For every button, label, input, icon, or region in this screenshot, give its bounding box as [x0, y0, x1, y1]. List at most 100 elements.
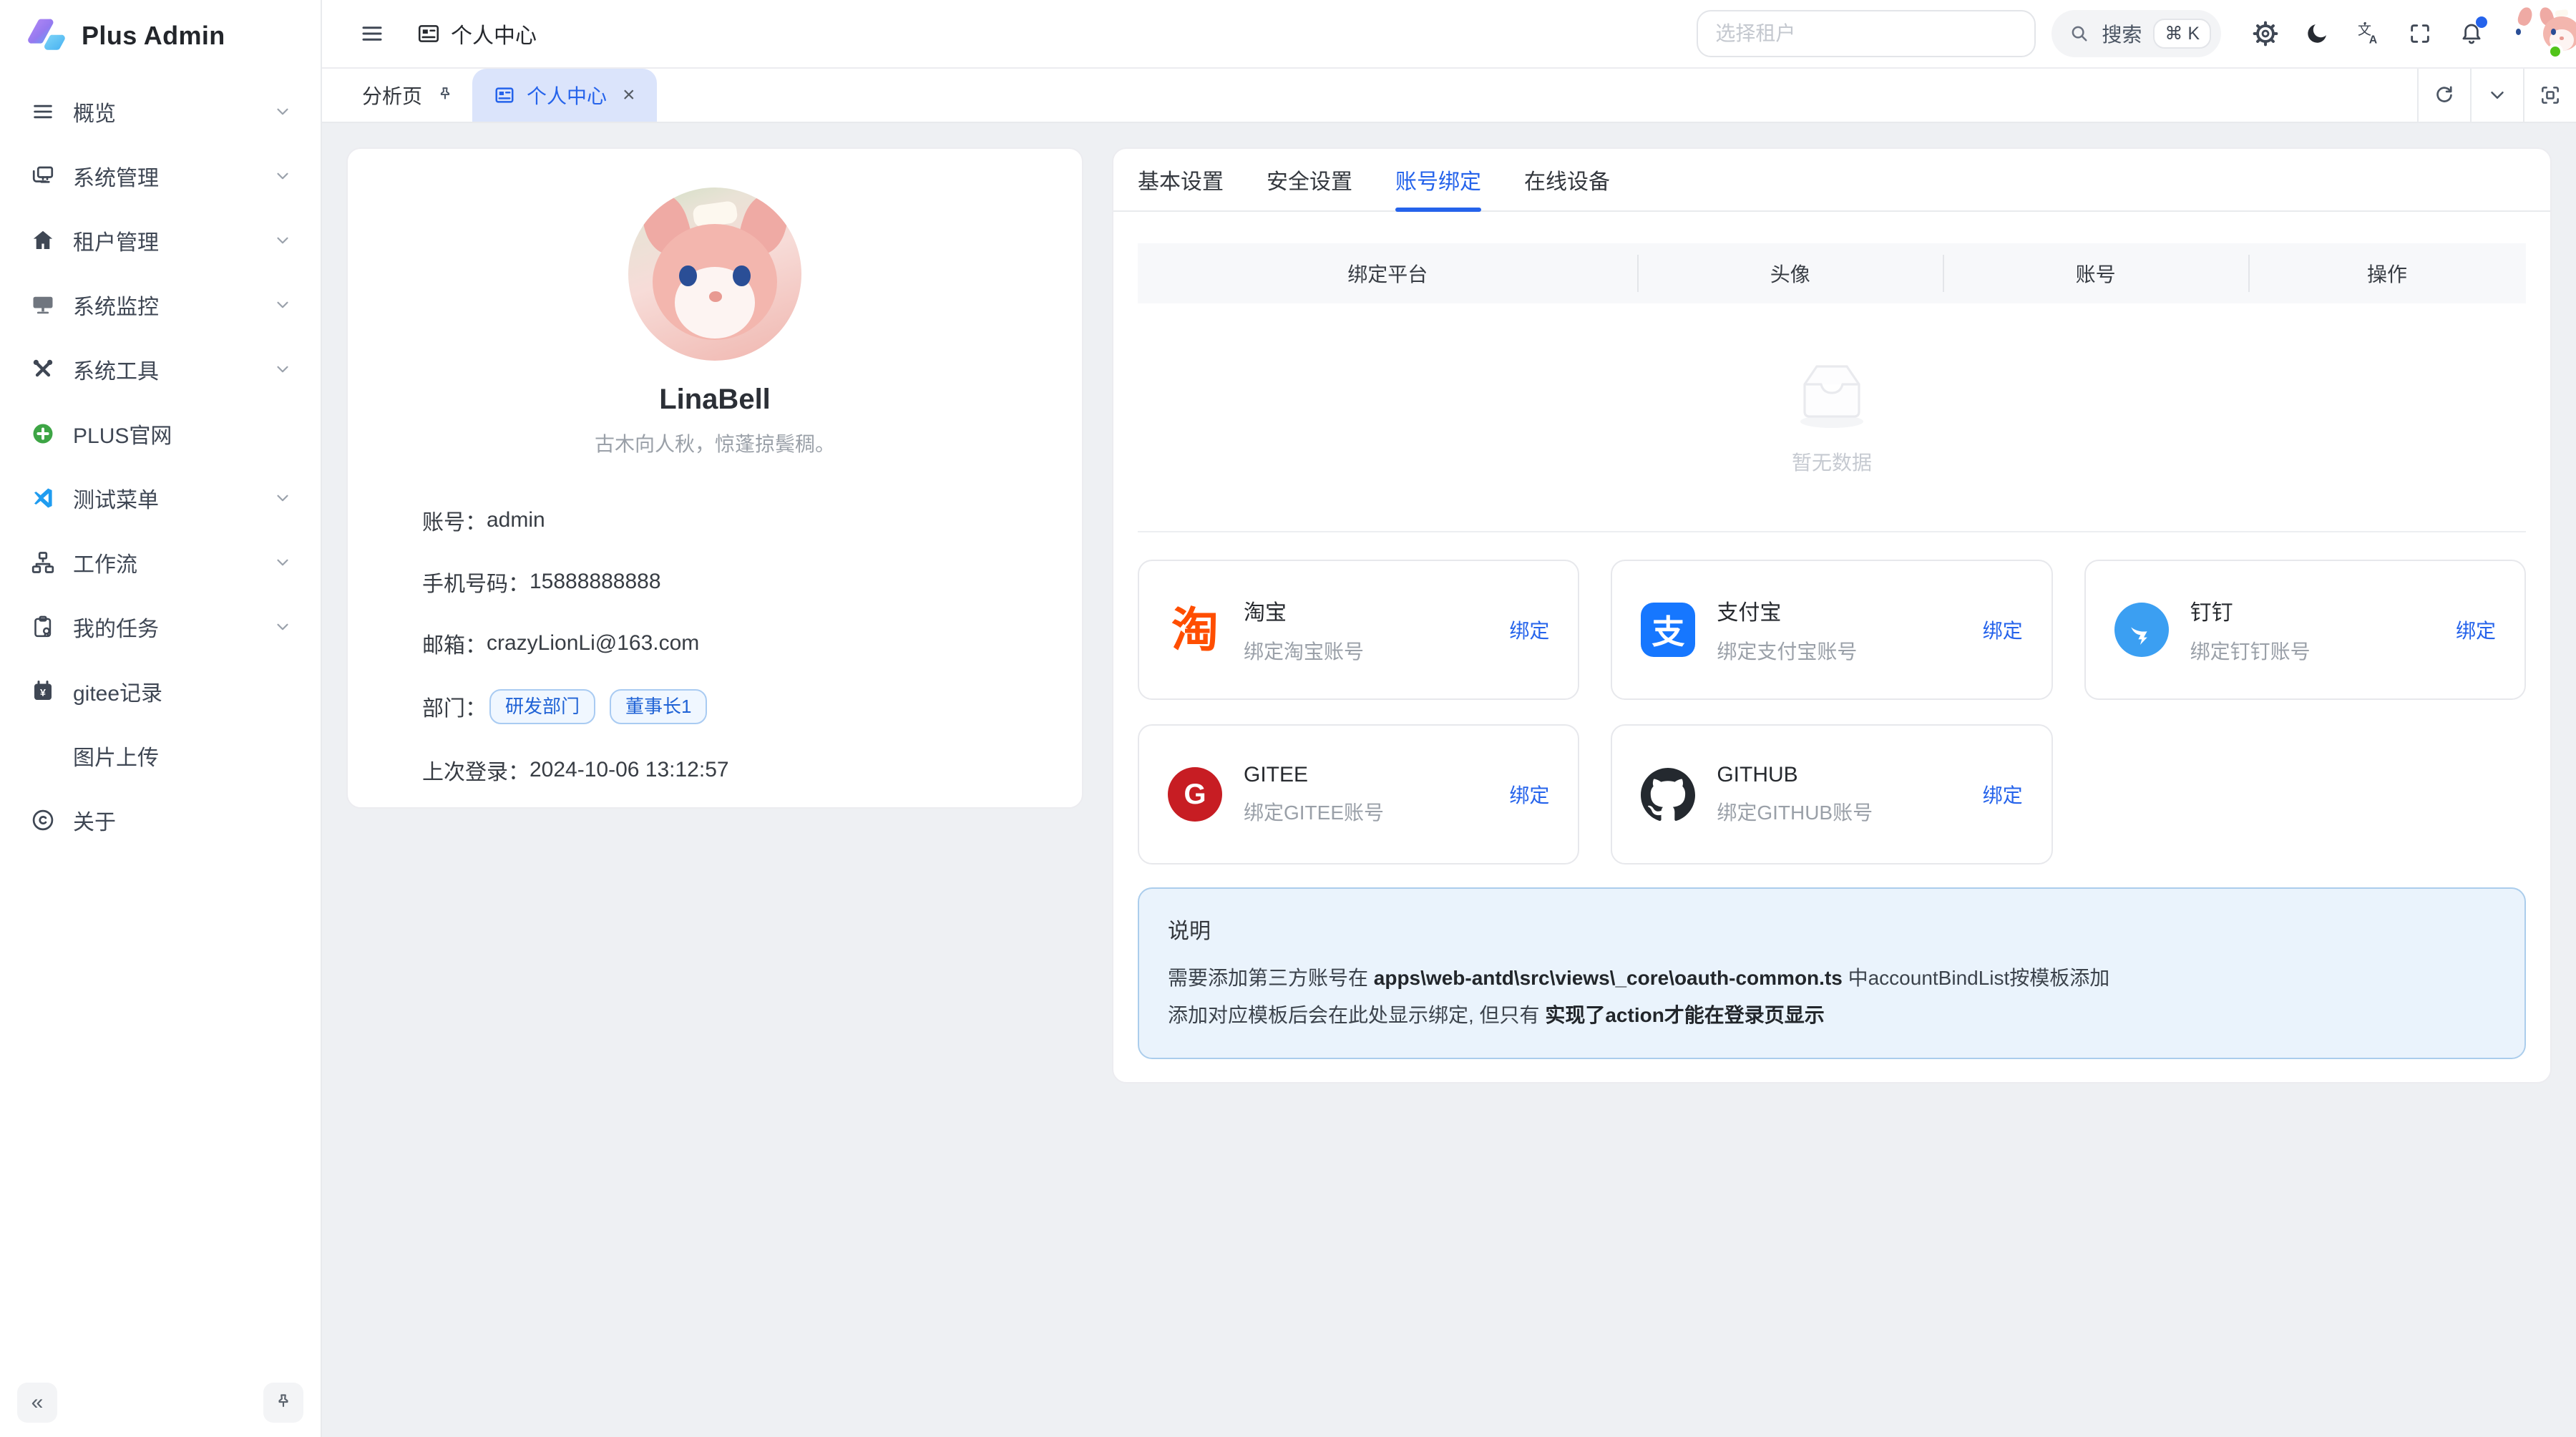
plus-circle-icon	[29, 419, 57, 448]
language-switch-button[interactable]: 文A	[2344, 9, 2393, 58]
binding-desc: 绑定支付宝账号	[1717, 636, 1857, 665]
bind-link[interactable]: 绑定	[2456, 615, 2496, 644]
breadcrumb: 个人中心	[416, 18, 537, 49]
binding-name: 钉钉	[2190, 595, 2311, 626]
field-label: 部门：	[422, 691, 487, 722]
sidebar-item-label: PLUS官网	[73, 418, 292, 449]
sidebar-item-system-tools[interactable]: 系统工具	[14, 341, 306, 398]
bind-link[interactable]: 绑定	[1509, 615, 1549, 644]
dark-mode-toggle[interactable]	[2293, 9, 2341, 58]
column-header-account: 账号	[1943, 259, 2248, 288]
svg-text:A: A	[2369, 34, 2378, 46]
taobao-icon: 淘	[1168, 603, 1222, 657]
notice-path: apps\web-antd\src\views\_core\oauth-comm…	[1374, 967, 1843, 989]
settings-button[interactable]	[2241, 9, 2290, 58]
sidebar-item-label: 系统监控	[73, 289, 258, 321]
field-last-login: 上次登录： 2024-10-06 13:12:57	[422, 754, 1039, 786]
sidebar-item-label: 系统工具	[73, 354, 258, 385]
binding-desc: 绑定GITEE账号	[1244, 797, 1384, 826]
refresh-button[interactable]	[2417, 69, 2470, 122]
display-icon	[29, 291, 57, 319]
bind-link[interactable]: 绑定	[1509, 780, 1549, 809]
department-tags: 研发部门 董事长1	[489, 689, 707, 724]
sidebar-item-image-upload[interactable]: 图片上传	[14, 727, 306, 784]
sidebar-item-overview[interactable]: 概览	[14, 83, 306, 140]
tab-analysis[interactable]: 分析页	[345, 69, 472, 122]
sidebar-item-label: 租户管理	[73, 225, 258, 256]
binding-card-alipay: 支 支付宝 绑定支付宝账号 绑定	[1611, 560, 2052, 700]
id-card-icon	[416, 21, 441, 46]
sidebar-item-gitee-record[interactable]: ¥ gitee记录	[14, 663, 306, 720]
dingtalk-icon	[2114, 603, 2169, 657]
topbar-actions: 搜索 ⌘ K 文A	[1697, 5, 2565, 62]
sidebar-item-test-menu[interactable]: 测试菜单	[14, 469, 306, 527]
sidebar-footer: «	[0, 1368, 321, 1437]
chevron-down-icon	[273, 618, 292, 636]
chevron-down-icon	[273, 102, 292, 121]
tab-security-settings[interactable]: 安全设置	[1267, 149, 1352, 210]
tab-menu-button[interactable]	[2470, 69, 2523, 122]
tab-basic-settings[interactable]: 基本设置	[1138, 149, 1224, 210]
binding-info: 钉钉 绑定钉钉账号	[2190, 595, 2311, 665]
sidebar-collapse-button[interactable]: «	[17, 1383, 57, 1423]
sidebar-item-label: 图片上传	[73, 740, 292, 771]
bind-link[interactable]: 绑定	[1983, 780, 2023, 809]
fullscreen-button[interactable]	[2396, 9, 2444, 58]
gitee-icon: G	[1168, 767, 1222, 822]
sidebar-pin-button[interactable]	[263, 1383, 303, 1423]
vscode-icon	[29, 484, 57, 512]
field-label: 手机号码：	[422, 566, 530, 598]
column-divider	[1943, 255, 1944, 292]
chevron-down-icon	[273, 553, 292, 572]
sidebar-item-my-tasks[interactable]: 我的任务	[14, 598, 306, 656]
binding-card-github: GITHUB 绑定GITHUB账号 绑定	[1611, 724, 2052, 864]
notifications-button[interactable]	[2447, 9, 2496, 58]
sidebar-item-system-monitor[interactable]: 系统监控	[14, 276, 306, 333]
hamburger-menu-button[interactable]	[348, 9, 396, 58]
sidebar-item-system-management[interactable]: 系统管理	[14, 147, 306, 205]
sidebar-item-tenant-management[interactable]: 租户管理	[14, 212, 306, 269]
column-header-avatar: 头像	[1637, 259, 1943, 288]
app-logo[interactable]: Plus Admin	[0, 0, 321, 72]
binding-desc: 绑定淘宝账号	[1244, 636, 1364, 665]
user-avatar[interactable]	[2507, 5, 2565, 62]
tab-label: 个人中心	[527, 81, 607, 109]
pin-icon	[435, 85, 455, 105]
binding-table: 绑定平台 头像 账号 操作 暂无	[1138, 243, 2526, 532]
online-status-dot	[2547, 44, 2563, 59]
department-tag: 董事长1	[610, 689, 707, 724]
gear-icon	[2252, 20, 2279, 47]
sidebar-item-workflow[interactable]: 工作流	[14, 534, 306, 591]
global-search-button[interactable]: 搜索 ⌘ K	[2051, 10, 2221, 57]
tab-online-devices[interactable]: 在线设备	[1524, 149, 1610, 210]
id-card-icon	[494, 84, 515, 106]
copyright-icon	[29, 806, 57, 834]
sidebar-item-plus-website[interactable]: PLUS官网	[14, 405, 306, 462]
tab-label: 分析页	[362, 81, 422, 109]
chevron-down-icon	[273, 360, 292, 379]
column-header-action: 操作	[2248, 259, 2526, 288]
profile-name: LinaBell	[348, 384, 1082, 416]
notice-emphasis: 实现了action才能在登录页显示	[1545, 1004, 1824, 1026]
profile-avatar[interactable]	[628, 187, 801, 361]
column-header-platform: 绑定平台	[1138, 259, 1637, 288]
menu-lines-icon	[29, 97, 57, 126]
tab-account-binding[interactable]: 账号绑定	[1395, 149, 1481, 210]
sidebar-item-about[interactable]: 关于	[14, 791, 306, 849]
close-icon[interactable]: ×	[623, 84, 635, 106]
topbar: 个人中心 搜索 ⌘ K	[322, 0, 2576, 69]
app-title: Plus Admin	[82, 21, 225, 51]
pin-icon	[273, 1392, 294, 1413]
tenant-select-input[interactable]	[1697, 10, 2036, 57]
sidebar-item-label: 测试菜单	[73, 482, 258, 514]
field-value: admin	[487, 508, 545, 532]
sidebar-item-label: gitee记录	[73, 676, 292, 707]
profile-card: LinaBell 古木向人秋，惊蓬掠鬓稠。 账号： admin 手机号码： 15…	[346, 147, 1083, 809]
binding-card-gitee: G GITEE 绑定GITEE账号 绑定	[1138, 724, 1579, 864]
sidebar-item-label: 我的任务	[73, 611, 258, 643]
bind-link[interactable]: 绑定	[1983, 615, 2023, 644]
maximize-content-button[interactable]	[2523, 69, 2576, 122]
tab-profile-center[interactable]: 个人中心 ×	[472, 69, 657, 122]
binding-name: GITEE	[1244, 763, 1384, 787]
sidebar-item-label: 系统管理	[73, 160, 258, 192]
